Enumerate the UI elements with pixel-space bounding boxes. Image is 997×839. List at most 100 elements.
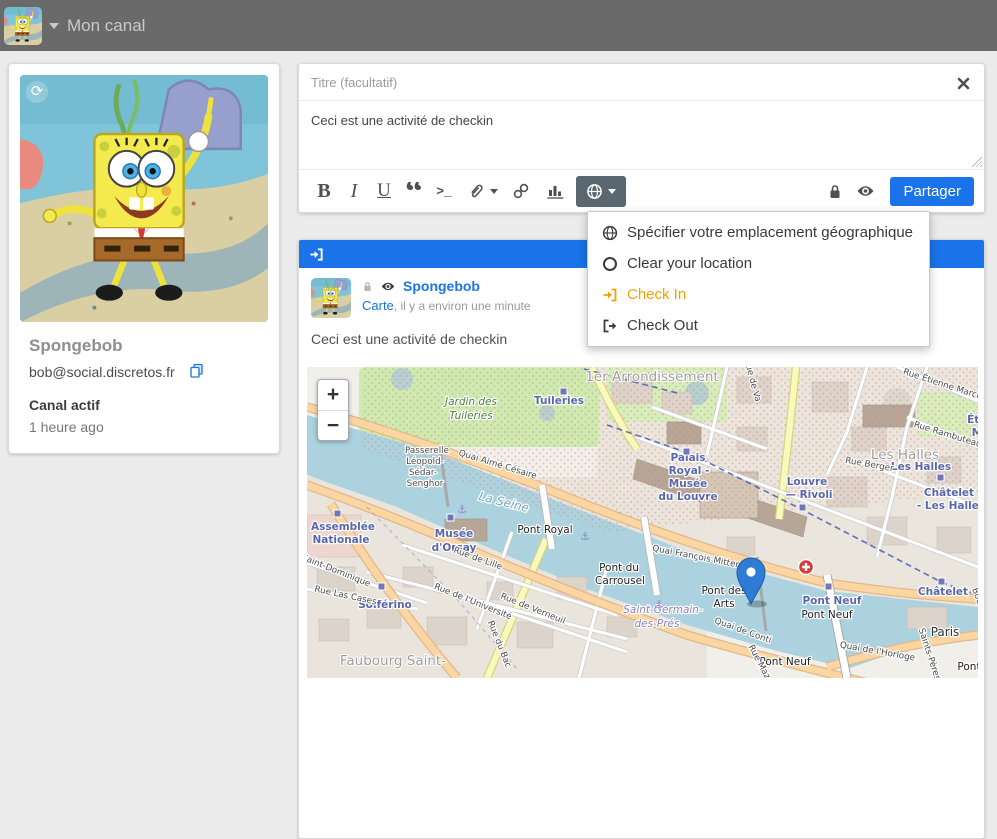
copy-icon[interactable] (189, 363, 204, 381)
location-dropdown-menu: Spécifier votre emplacement géographique… (587, 211, 930, 347)
profile-email-row: bob@social.discretos.fr (20, 363, 268, 381)
composer-textarea[interactable]: Ceci est une activité de checkin (299, 101, 984, 170)
attach-button[interactable] (467, 176, 498, 206)
poll-button[interactable] (542, 176, 568, 206)
map-label: - Les Halles (917, 500, 978, 512)
map-label: Royal - (669, 465, 710, 477)
sign-in-icon (309, 247, 324, 262)
paperclip-icon (467, 182, 485, 200)
profile-card: ⟳ Spongebob bob@social.discretos.fr Cana… (8, 63, 280, 454)
bold-button[interactable]: B (311, 176, 337, 206)
map-label: Faubourg Saint- (340, 653, 446, 669)
bar-chart-icon (546, 182, 565, 200)
map-zoom-control: + − (317, 379, 349, 441)
map-label: Pont Neuf (801, 609, 852, 621)
map-label: ⚓ (580, 530, 590, 543)
zoom-out-button[interactable]: − (318, 410, 348, 440)
map-label: des-Prés (635, 618, 680, 630)
map-label: Assemblée (311, 521, 375, 533)
map-label: Musée (669, 478, 707, 490)
map[interactable]: 1er Arrondissement Jardin des Tuileries Tui… (307, 367, 978, 678)
map-label: ⚓ (654, 598, 664, 611)
menu-item-label: Check Out (627, 317, 698, 334)
post-author-avatar[interactable] (311, 278, 351, 318)
globe-icon (602, 225, 618, 241)
globe-icon (586, 183, 603, 200)
channel-status-time: 1 heure ago (20, 419, 268, 435)
map-label: Tuileries (449, 410, 493, 422)
zoom-in-button[interactable]: + (318, 380, 348, 410)
post-source-link[interactable]: Carte (362, 298, 394, 313)
sign-in-icon (602, 287, 618, 303)
map-label: 1er Arrondissement (585, 369, 718, 385)
sign-out-icon (602, 318, 618, 334)
eye-icon (856, 184, 875, 198)
map-label: Sédar- (409, 467, 437, 478)
map-label: du Louvre (658, 491, 717, 503)
menu-item-specify-location[interactable]: Spécifier votre emplacement géographique (588, 217, 929, 248)
quote-button[interactable]: “ (401, 182, 427, 200)
menu-item-clear-location[interactable]: Clear your location (588, 248, 929, 279)
map-label: Châtelet (924, 487, 974, 499)
menu-item-label: Check In (627, 286, 686, 303)
chevron-down-icon (490, 189, 498, 194)
hospital-icon (799, 560, 814, 575)
link-icon (512, 182, 530, 200)
post-author-name[interactable]: Spongebob (403, 278, 480, 294)
italic-button[interactable]: I (341, 176, 367, 206)
circle-icon (602, 256, 618, 272)
map-label: Arts (713, 598, 734, 610)
map-label: ⚓ (457, 503, 467, 516)
menu-item-check-out[interactable]: Check Out (588, 310, 929, 341)
map-label: Pont (957, 661, 978, 673)
post-timestamp: , il y a environ une minute (394, 299, 531, 313)
preview-button[interactable] (852, 176, 878, 206)
share-button[interactable]: Partager (890, 177, 974, 206)
page-title: Mon canal (67, 16, 145, 36)
composer-title-row (299, 64, 984, 101)
map-label: Carrousel (595, 575, 645, 587)
code-button[interactable]: >_ (431, 176, 457, 206)
map-label: Paris (931, 625, 960, 639)
profile-email: bob@social.discretos.fr (29, 364, 175, 380)
privacy-lock-button[interactable] (822, 176, 848, 206)
menu-item-label: Spécifier votre emplacement géographique (627, 224, 913, 241)
underline-button[interactable]: U (371, 176, 397, 206)
resize-handle[interactable] (971, 156, 982, 167)
map-label: Châtelet - (918, 586, 976, 598)
profile-picture[interactable]: ⟳ (20, 75, 268, 322)
menu-item-check-in[interactable]: Check In (588, 279, 929, 310)
main-column: Ceci est une activité de checkin B I U “… (298, 63, 985, 213)
chevron-down-icon (608, 189, 616, 194)
location-dropdown-button[interactable] (576, 176, 626, 207)
topbar-avatar[interactable] (4, 7, 42, 45)
map-label: Senghor (407, 479, 444, 489)
top-navigation-bar: Mon canal (0, 0, 997, 51)
map-label: Louvre (787, 476, 828, 488)
map-label: Tuileries (534, 395, 584, 407)
refresh-icon[interactable]: ⟳ (26, 81, 48, 103)
menu-item-label: Clear your location (627, 255, 752, 272)
map-label: Nationale (313, 534, 370, 546)
link-button[interactable] (508, 176, 534, 206)
composer-toolbar: B I U “ >_ (299, 170, 984, 212)
title-input[interactable] (299, 64, 899, 100)
map-label: Pont Royal (517, 524, 572, 536)
close-icon[interactable] (957, 77, 970, 90)
map-label: Les Halles (891, 461, 951, 473)
map-label: Jardin des (443, 396, 498, 408)
lock-icon (362, 280, 373, 293)
post-composer: Ceci est une activité de checkin B I U “… (298, 63, 985, 213)
chevron-down-icon[interactable] (49, 23, 59, 29)
map-label: M (972, 427, 978, 439)
composer-body-text: Ceci est une activité de checkin (311, 113, 493, 128)
map-label: Musée (435, 528, 473, 540)
eye-icon (380, 281, 396, 292)
map-label: Pont des (701, 585, 746, 597)
map-label: Pont du (599, 562, 639, 574)
map-label: Pont Neuf (802, 595, 861, 607)
map-label: — Rivoli (785, 489, 832, 501)
map-canvas: 1er Arrondissement Jardin des Tuileries Tui… (307, 367, 978, 678)
map-label: Léopold- (406, 456, 444, 467)
lock-icon (827, 183, 843, 200)
